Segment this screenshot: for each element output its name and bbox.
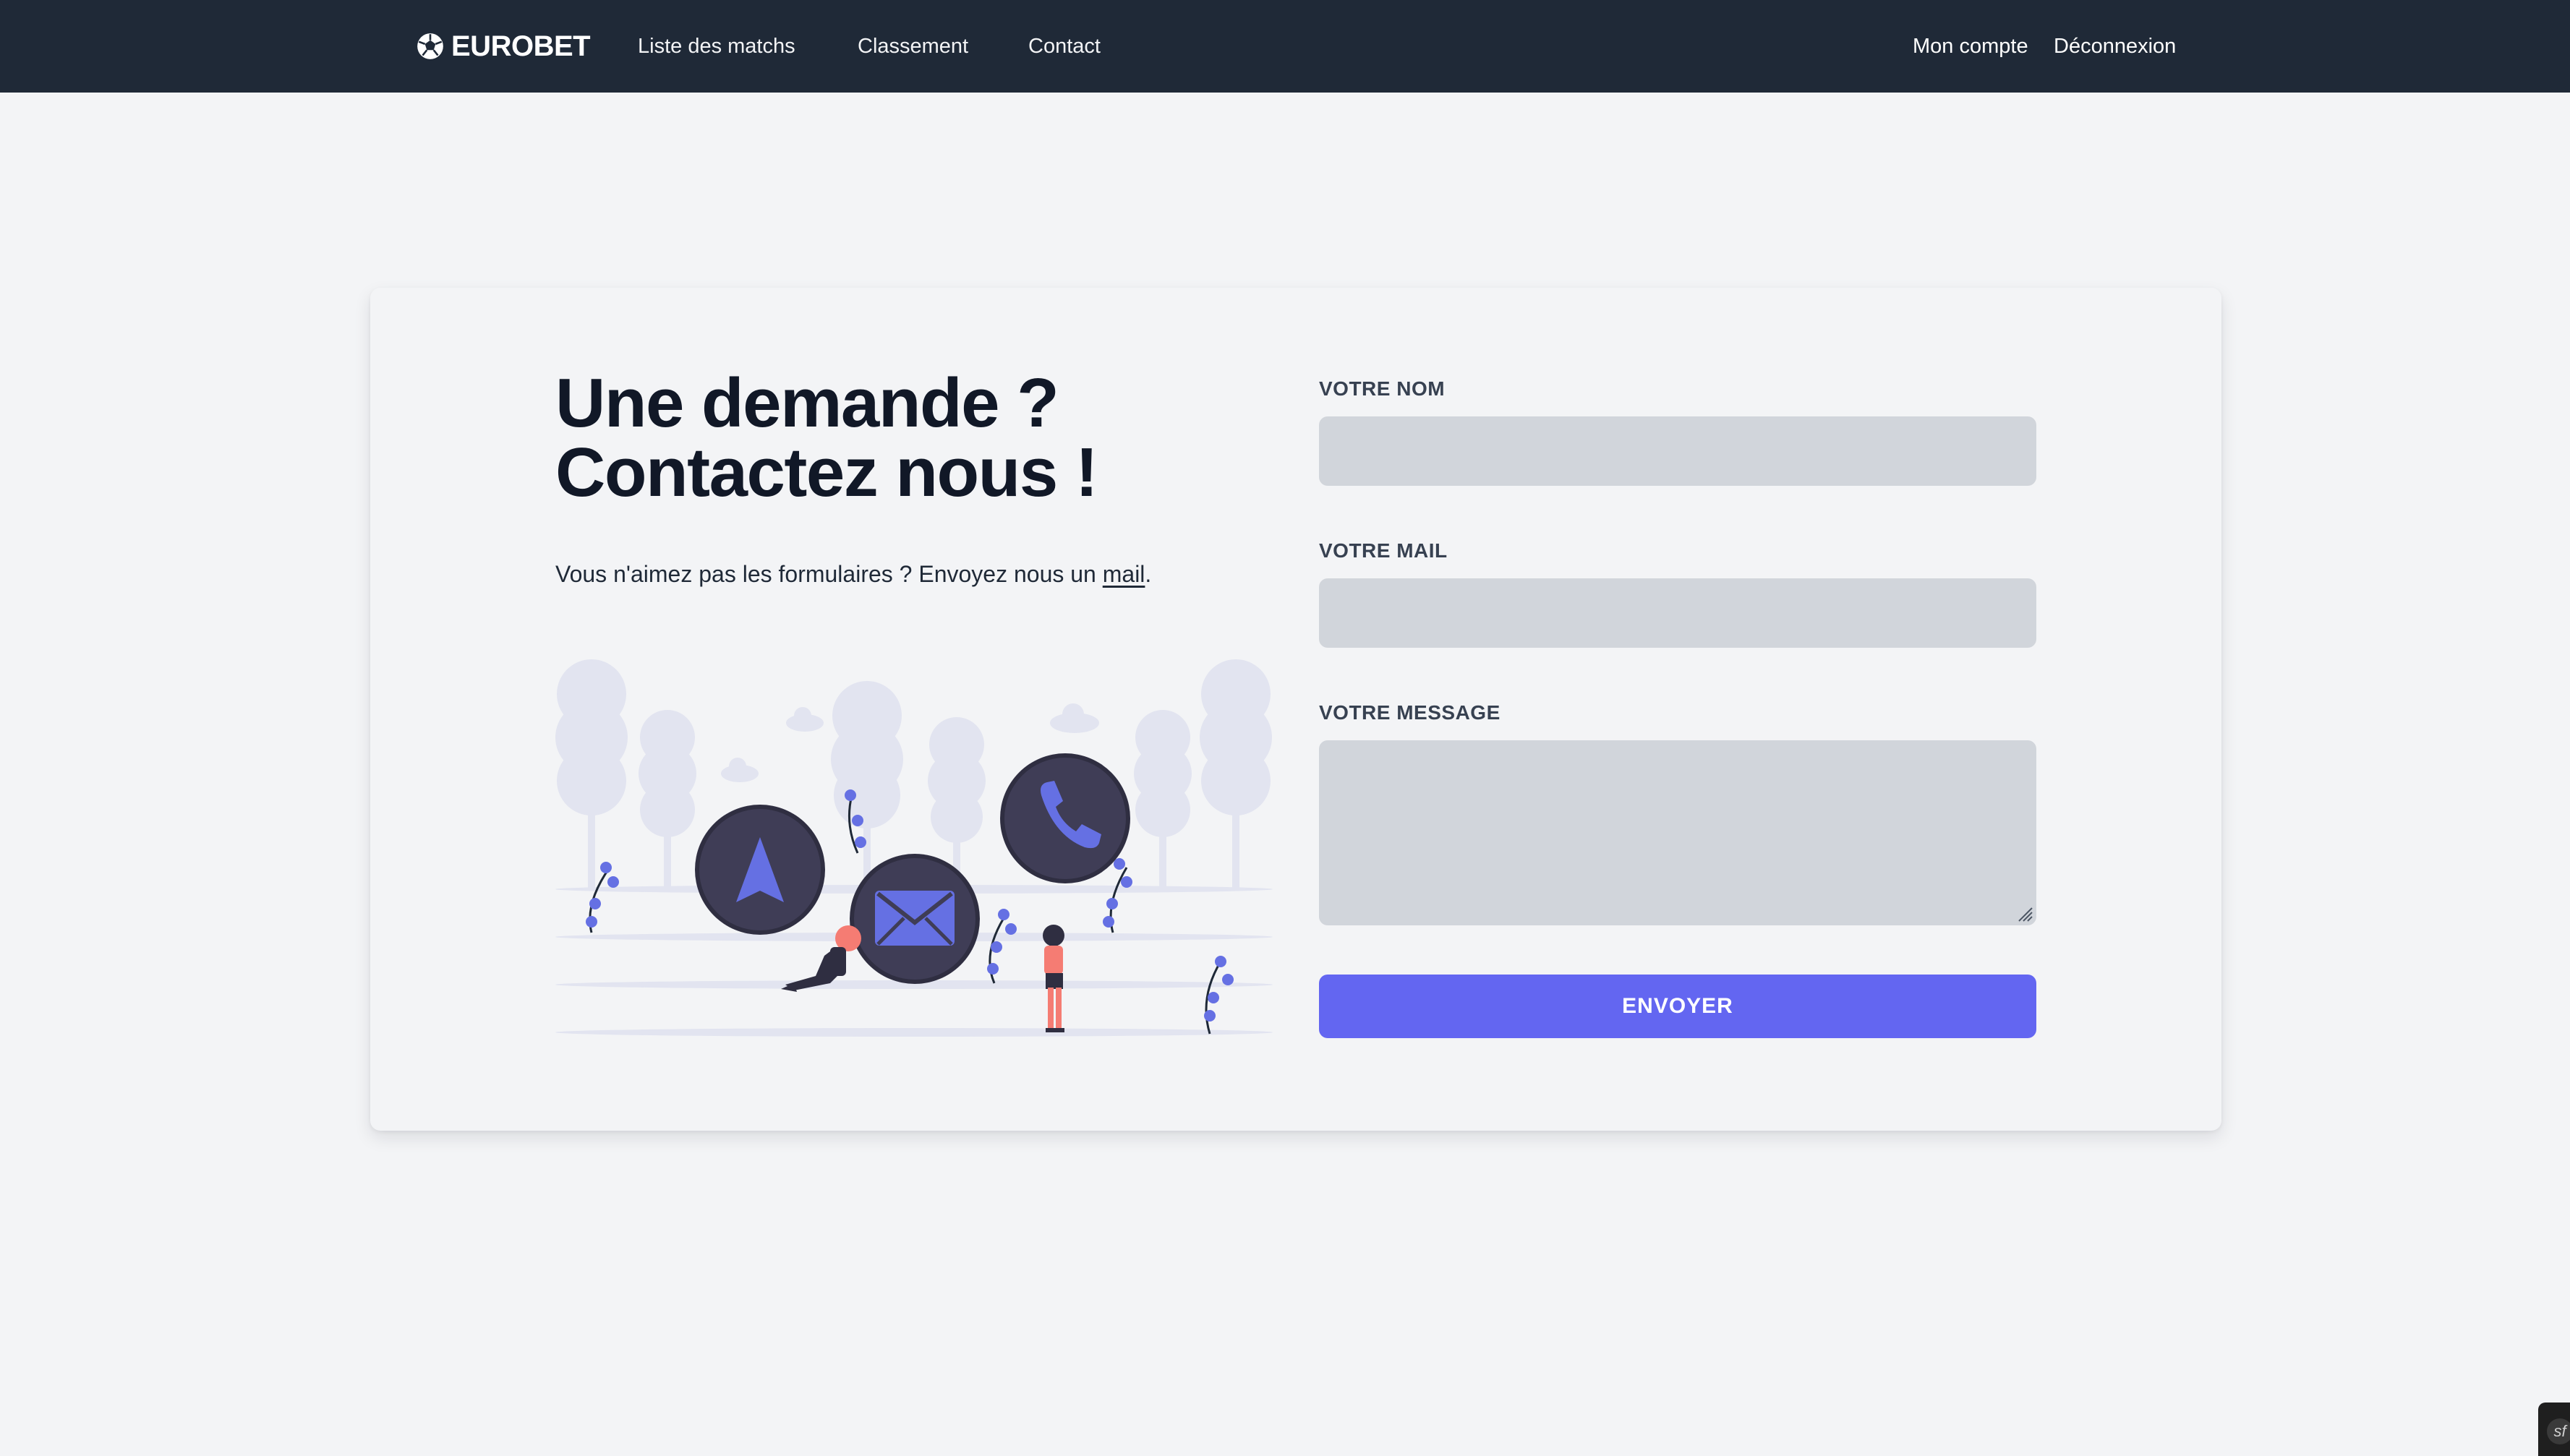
contact-lead-text: Vous n'aimez pas les formulaires ? Envoy… — [555, 557, 1151, 591]
mail-link[interactable]: mail — [1103, 561, 1145, 587]
nav-link-logout[interactable]: Déconnexion — [2054, 32, 2176, 61]
name-label: VOTRE NOM — [1319, 377, 1446, 400]
nav-link-contact[interactable]: Contact — [1028, 32, 1101, 61]
top-navbar: EUROBET Liste des matchs Classement Cont… — [0, 0, 2570, 93]
lead-prefix: Vous n'aimez pas les formulaires ? Envoy… — [555, 561, 1103, 587]
lead-suffix: . — [1145, 561, 1152, 587]
page-title: Une demande ? Contactez nous ! — [555, 369, 1177, 508]
message-textarea[interactable] — [1319, 740, 2036, 925]
contact-illustration — [555, 659, 1273, 1037]
title-line-1: Une demande ? — [555, 364, 1059, 442]
submit-button[interactable]: ENVOYER — [1319, 975, 2036, 1038]
resize-handle-icon[interactable] — [2015, 904, 2033, 922]
envelope-icon — [850, 854, 980, 984]
brand-logo-link[interactable]: EUROBET — [415, 29, 591, 64]
title-line-2: Contactez nous ! — [555, 434, 1098, 511]
phone-icon — [1000, 753, 1130, 883]
message-label: VOTRE MESSAGE — [1319, 701, 1500, 724]
brand-name: EUROBET — [451, 30, 591, 62]
soccer-ball-icon — [417, 33, 443, 59]
nav-link-account[interactable]: Mon compte — [1913, 32, 2028, 61]
symfony-icon: sf — [2547, 1418, 2570, 1444]
nav-link-classement[interactable]: Classement — [858, 32, 968, 61]
mail-label: VOTRE MAIL — [1319, 539, 1448, 562]
mail-input[interactable] — [1319, 578, 2036, 648]
navigation-arrow-icon — [695, 805, 825, 935]
nav-link-matchs[interactable]: Liste des matchs — [638, 32, 795, 61]
symfony-toolbar-toggle[interactable]: sf — [2538, 1403, 2570, 1456]
name-input[interactable] — [1319, 416, 2036, 486]
